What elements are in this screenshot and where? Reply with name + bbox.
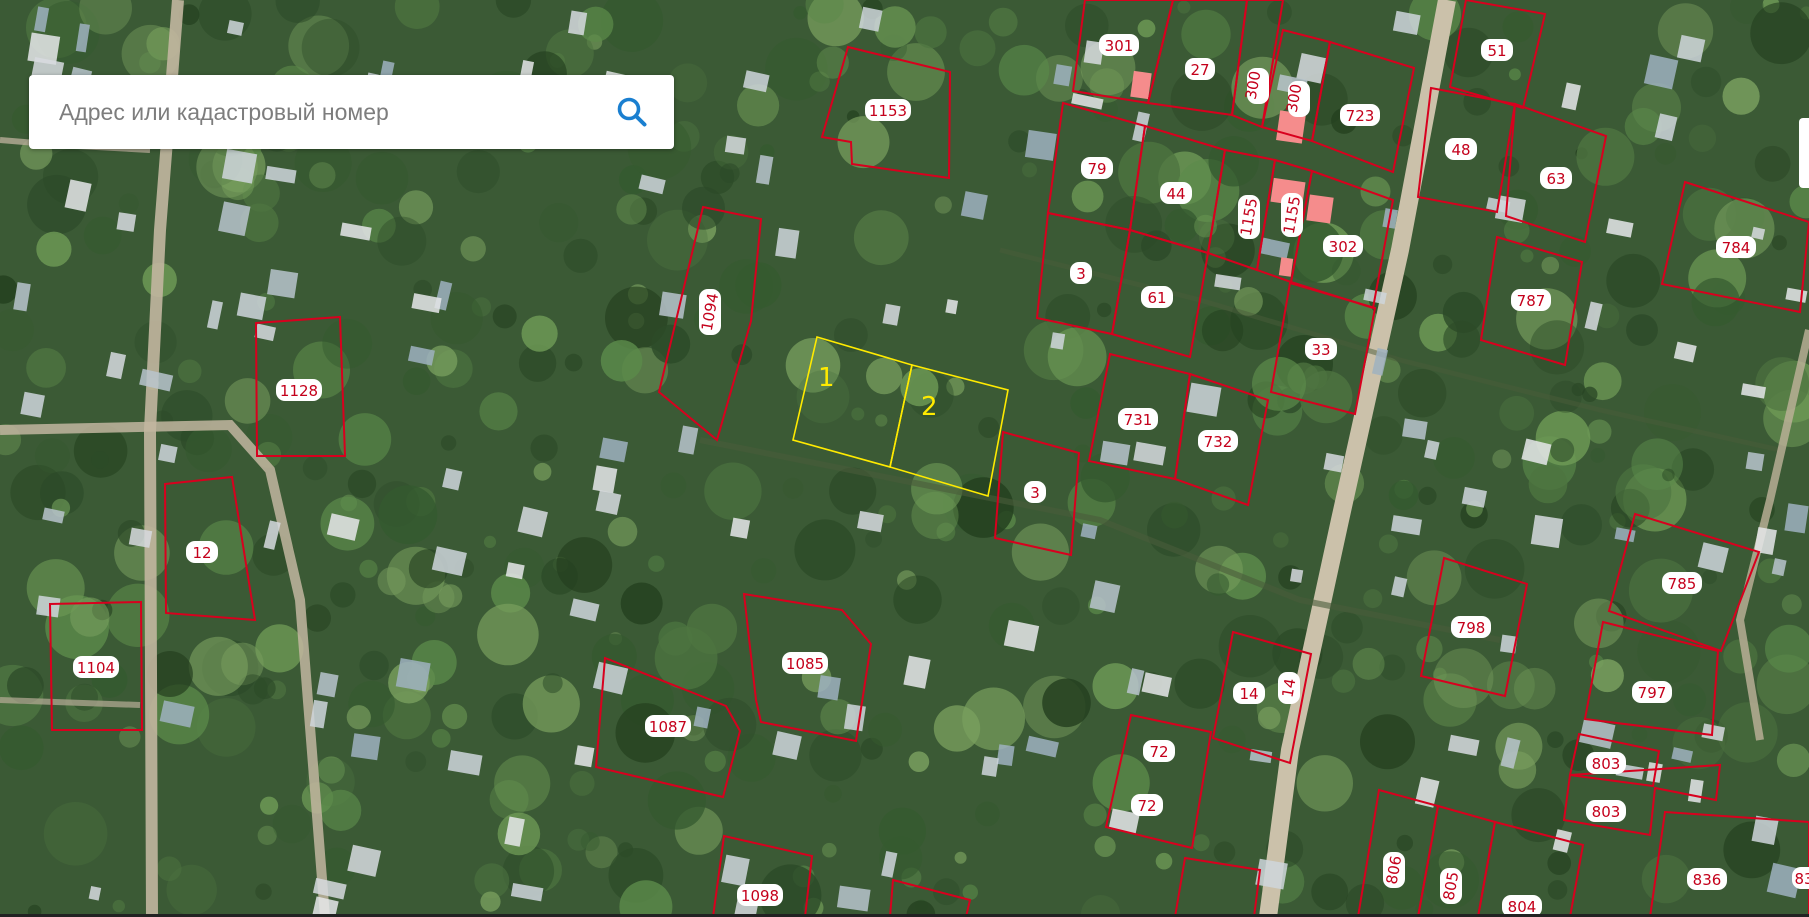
label-44: 44	[1160, 182, 1192, 204]
svg-text:731: 731	[1124, 411, 1153, 429]
svg-text:723: 723	[1346, 107, 1375, 125]
svg-text:301: 301	[1105, 37, 1134, 55]
svg-text:1087: 1087	[649, 718, 687, 736]
label-27: 27	[1185, 58, 1215, 80]
svg-text:803: 803	[1592, 755, 1621, 773]
label-1087: 1087	[645, 715, 691, 737]
svg-text:1104: 1104	[77, 659, 115, 677]
label-3-mid: 3	[1024, 481, 1046, 503]
label-1104: 1104	[73, 656, 119, 678]
label-301: 301	[1099, 34, 1139, 56]
side-panel-tab[interactable]	[1799, 118, 1809, 188]
label-302: 302	[1323, 235, 1363, 257]
label-797: 797	[1632, 681, 1672, 703]
svg-text:51: 51	[1487, 42, 1506, 60]
label-3-top: 3	[1070, 262, 1092, 284]
label-14b: 14	[1278, 672, 1300, 704]
label-33: 33	[1305, 338, 1337, 360]
svg-text:836: 836	[1693, 871, 1722, 889]
svg-text:44: 44	[1166, 185, 1185, 203]
svg-text:72: 72	[1149, 743, 1168, 761]
svg-text:33: 33	[1311, 341, 1330, 359]
label-723: 723	[1340, 104, 1380, 126]
svg-text:302: 302	[1329, 238, 1358, 256]
svg-text:1085: 1085	[786, 655, 824, 673]
search-bar[interactable]: Адрес или кадастровый номер	[29, 75, 674, 149]
svg-text:797: 797	[1638, 684, 1667, 702]
svg-text:83: 83	[1794, 870, 1809, 888]
search-icon[interactable]	[616, 96, 648, 128]
label-1128: 1128	[276, 379, 322, 401]
label-731: 731	[1118, 408, 1158, 430]
label-1155a: 1155	[1237, 195, 1261, 239]
label-803a: 803	[1586, 752, 1626, 774]
label-1085: 1085	[782, 652, 828, 674]
svg-text:3: 3	[1076, 265, 1086, 283]
label-72b: 72	[1131, 794, 1163, 816]
svg-text:1128: 1128	[280, 382, 318, 400]
svg-text:787: 787	[1517, 292, 1546, 310]
selected-label-2: 2	[921, 392, 938, 422]
label-803b: 803	[1586, 800, 1626, 822]
label-1155b: 1155	[1280, 193, 1304, 237]
label-785: 785	[1662, 572, 1702, 594]
label-83: 83	[1792, 867, 1809, 889]
label-300b: 300	[1283, 81, 1310, 117]
label-784: 784	[1716, 236, 1756, 258]
svg-text:27: 27	[1190, 61, 1209, 79]
label-732: 732	[1198, 430, 1238, 452]
svg-text:798: 798	[1457, 619, 1486, 637]
label-787: 787	[1511, 289, 1551, 311]
svg-text:732: 732	[1204, 433, 1233, 451]
label-72a: 72	[1143, 740, 1175, 762]
parcel-label-text: 1153	[869, 102, 907, 120]
label-61: 61	[1141, 286, 1173, 308]
label-806: 806	[1383, 852, 1405, 888]
label-300a: 300	[1242, 68, 1269, 104]
label-1098: 1098	[737, 884, 783, 906]
svg-text:48: 48	[1451, 141, 1470, 159]
search-input[interactable]: Адрес или кадастровый номер	[59, 99, 389, 126]
svg-text:12: 12	[192, 544, 211, 562]
label-1153: 1153	[865, 99, 911, 121]
svg-text:14: 14	[1278, 677, 1299, 699]
svg-text:79: 79	[1087, 160, 1106, 178]
label-63: 63	[1540, 167, 1572, 189]
label-12: 12	[186, 541, 218, 563]
label-836: 836	[1687, 868, 1727, 890]
label-798: 798	[1451, 616, 1491, 638]
selected-label-1: 1	[818, 363, 835, 393]
svg-text:61: 61	[1147, 289, 1166, 307]
svg-text:1098: 1098	[741, 887, 779, 905]
label-51: 51	[1481, 39, 1513, 61]
label-14a: 14	[1233, 682, 1265, 704]
svg-text:3: 3	[1030, 484, 1040, 502]
label-1094: 1094	[698, 289, 722, 335]
svg-text:784: 784	[1722, 239, 1751, 257]
label-48: 48	[1445, 138, 1477, 160]
svg-text:785: 785	[1668, 575, 1697, 593]
svg-text:803: 803	[1592, 803, 1621, 821]
svg-text:72: 72	[1137, 797, 1156, 815]
label-79: 79	[1081, 157, 1113, 179]
svg-text:14: 14	[1239, 685, 1258, 703]
label-805: 805	[1440, 868, 1462, 904]
svg-text:63: 63	[1546, 170, 1565, 188]
